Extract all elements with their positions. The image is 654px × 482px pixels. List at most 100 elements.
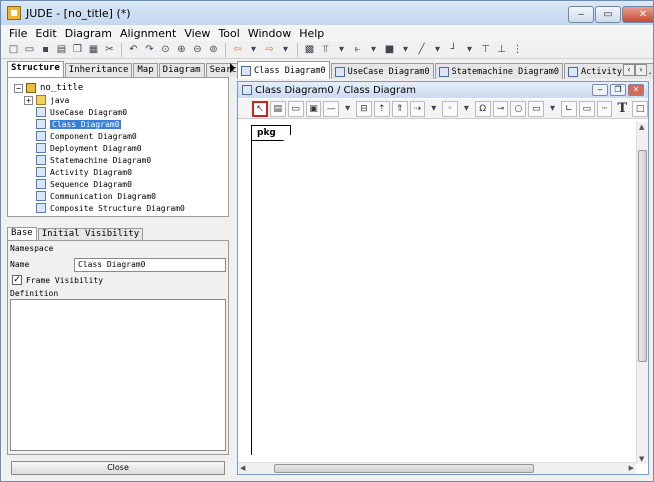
package-tool-icon[interactable]: ▭ xyxy=(287,100,304,117)
maximize-button[interactable]: ▭ xyxy=(595,6,621,23)
title-bar[interactable]: JUDE - [no_title] (*) ‒ ▭ ✕ xyxy=(1,1,653,25)
tab-prev-icon[interactable]: ‹ xyxy=(623,64,635,76)
menu-alignment[interactable]: Alignment xyxy=(116,27,180,40)
diagram-close-button[interactable]: ✕ xyxy=(628,84,644,96)
tab-inheritance[interactable]: Inheritance xyxy=(64,63,133,77)
align-top-icon[interactable]: ⫪ xyxy=(319,43,332,56)
tree-item-composite-structure-diagram[interactable]: Composite Structure Diagram0 xyxy=(36,202,228,214)
back-icon[interactable]: ⇦ xyxy=(231,43,244,56)
menu-window[interactable]: Window xyxy=(244,27,295,40)
cut-icon[interactable]: ✂ xyxy=(103,43,116,56)
text-tool-icon[interactable]: T xyxy=(614,101,630,117)
tab-base[interactable]: Base xyxy=(7,227,37,240)
menu-help[interactable]: Help xyxy=(295,27,328,40)
scroll-up-icon[interactable]: ▲ xyxy=(639,123,644,131)
instance-tool-icon[interactable]: ⊸ xyxy=(492,100,509,117)
tab-map[interactable]: Map xyxy=(133,63,158,77)
menu-diagram[interactable]: Diagram xyxy=(61,27,116,40)
align-top-dropdown-icon[interactable]: ▾ xyxy=(335,43,348,56)
menu-file[interactable]: File xyxy=(5,27,31,40)
note-dropdown-icon[interactable]: ▾ xyxy=(546,102,559,115)
forward-icon[interactable]: ⇨ xyxy=(263,43,276,56)
usage-dropdown-icon[interactable]: ▾ xyxy=(460,102,473,115)
diagram-window-titlebar[interactable]: Class Diagram0 / Class Diagram ‒ ❐ ✕ xyxy=(238,82,648,98)
tree-item-class-diagram[interactable]: Class Diagram0 xyxy=(36,118,228,130)
association-tool-icon[interactable]: — xyxy=(323,100,340,117)
zoom-fit-icon[interactable]: ⊚ xyxy=(207,43,220,56)
grid-icon[interactable]: ▩ xyxy=(303,43,316,56)
fill-dropdown-icon[interactable]: ▾ xyxy=(399,43,412,56)
save-icon[interactable]: ▪ xyxy=(39,43,52,56)
zoom-icon[interactable]: ⊙ xyxy=(159,43,172,56)
vertical-scroll-thumb[interactable] xyxy=(638,150,647,362)
tab-next-icon[interactable]: › xyxy=(635,64,647,76)
tree-item-java[interactable]: + java xyxy=(24,94,228,106)
tree-item-sequence-diagram[interactable]: Sequence Diagram0 xyxy=(36,178,228,190)
forward-dropdown-icon[interactable]: ▾ xyxy=(279,43,292,56)
open-icon[interactable]: ▭ xyxy=(23,43,36,56)
menu-view[interactable]: View xyxy=(180,27,214,40)
tab-class-diagram[interactable]: Class Diagram0 xyxy=(237,61,330,79)
frame-label[interactable]: pkg xyxy=(251,125,291,141)
tree-icon[interactable]: ⊤ xyxy=(479,43,492,56)
print-icon[interactable]: ▤ xyxy=(55,43,68,56)
minimize-button[interactable]: ‒ xyxy=(568,6,594,23)
rectangle-tool-icon[interactable]: ▭ xyxy=(578,100,595,117)
tree-item-usecase-diagram[interactable]: UseCase Diagram0 xyxy=(36,106,228,118)
align-left-icon[interactable]: ⫦ xyxy=(351,43,364,56)
select-tool-icon[interactable]: ↖ xyxy=(252,100,268,117)
diagram-restore-button[interactable]: ❐ xyxy=(610,84,626,96)
expand-icon[interactable]: + xyxy=(24,95,33,105)
frame-tool-icon[interactable]: □ xyxy=(632,100,649,117)
close-button[interactable]: ✕ xyxy=(622,6,653,23)
definition-textarea[interactable] xyxy=(10,299,226,451)
scroll-right-icon[interactable]: ▶ xyxy=(629,464,634,472)
name-field[interactable]: Class Diagram0 xyxy=(74,258,226,272)
association-dropdown-icon[interactable]: ▾ xyxy=(341,102,354,115)
copy-icon[interactable]: ❐ xyxy=(71,43,84,56)
arrange-icon[interactable]: ⋮ xyxy=(511,43,524,56)
tree-item-statemachine-diagram[interactable]: Statemachine Diagram0 xyxy=(36,154,228,166)
horizontal-scrollbar[interactable]: ◀ ▶ xyxy=(238,462,636,474)
tab-usecase-diagram[interactable]: UseCase Diagram0 xyxy=(330,63,434,79)
note-tool-icon[interactable]: ▭ xyxy=(528,100,545,117)
menu-edit[interactable]: Edit xyxy=(31,27,60,40)
new-icon[interactable]: □ xyxy=(7,43,20,56)
pane-splitter[interactable] xyxy=(230,61,236,477)
aggregation-tool-icon[interactable]: ⊟ xyxy=(356,100,372,117)
class-tool-icon[interactable]: ▤ xyxy=(269,100,286,117)
generalization-tool-icon[interactable]: ⇡ xyxy=(373,100,390,117)
object-tool-icon[interactable]: ○ xyxy=(510,100,527,117)
connector-icon[interactable]: ┘ xyxy=(447,43,460,56)
redo-icon[interactable]: ↷ xyxy=(143,43,156,56)
tree-item-communication-diagram[interactable]: Communication Diagram0 xyxy=(36,190,228,202)
dependency-tool-icon[interactable]: ⇢ xyxy=(409,100,426,117)
frame-visibility-checkbox[interactable]: ✓ xyxy=(12,275,22,285)
diagram-minimize-button[interactable]: ‒ xyxy=(592,84,608,96)
line-dropdown-icon[interactable]: ▾ xyxy=(431,43,444,56)
tree-item-component-diagram[interactable]: Component Diagram0 xyxy=(36,130,228,142)
collapse-icon[interactable]: − xyxy=(14,83,23,93)
vertical-scrollbar[interactable]: ▲ ▼ xyxy=(636,122,648,464)
diagram-canvas[interactable]: pkg xyxy=(248,122,628,464)
tree-item-deployment-diagram[interactable]: Deployment Diagram0 xyxy=(36,142,228,154)
usage-tool-icon[interactable]: ◦ xyxy=(442,100,458,117)
subsystem-tool-icon[interactable]: ▣ xyxy=(305,100,322,117)
tab-initial-visibility[interactable]: Initial Visibility xyxy=(37,228,144,240)
zoom-in-icon[interactable]: ⊕ xyxy=(175,43,188,56)
dependency-dropdown-icon[interactable]: ▾ xyxy=(427,102,440,115)
close-panel-button[interactable]: Close xyxy=(11,461,225,475)
menu-tool[interactable]: Tool xyxy=(214,27,243,40)
dashed-line-tool-icon[interactable]: ┄ xyxy=(596,100,613,117)
tree-item-activity-diagram[interactable]: Activity Diagram0 xyxy=(36,166,228,178)
connector-dropdown-icon[interactable]: ▾ xyxy=(463,43,476,56)
anchor-tool-icon[interactable]: ∟ xyxy=(560,100,577,117)
scroll-left-icon[interactable]: ◀ xyxy=(240,464,245,472)
collapse-left-arrow-icon[interactable] xyxy=(230,63,235,73)
tab-structure[interactable]: Structure xyxy=(7,61,64,77)
fill-icon[interactable]: ■ xyxy=(383,43,396,56)
layout-icon[interactable]: ⊥ xyxy=(495,43,508,56)
realization-tool-icon[interactable]: ⇑ xyxy=(391,100,408,117)
undo-icon[interactable]: ↶ xyxy=(127,43,140,56)
horizontal-scroll-thumb[interactable] xyxy=(274,464,534,473)
